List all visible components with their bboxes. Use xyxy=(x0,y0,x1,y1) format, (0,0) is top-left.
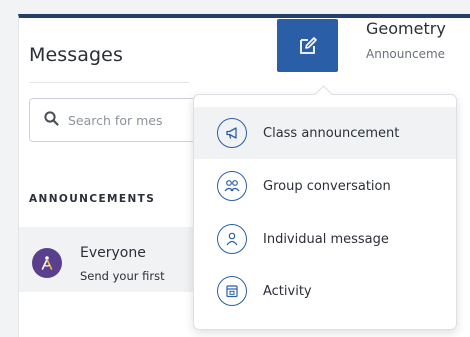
menu-item-activity[interactable]: Activity xyxy=(194,265,456,317)
search-icon xyxy=(44,110,59,130)
thread-title[interactable]: Geometry xyxy=(366,19,446,38)
new-message-dropdown: Class announcement Group conversation In… xyxy=(193,85,457,330)
menu-item-group-conversation[interactable]: Group conversation xyxy=(194,160,456,212)
people-icon xyxy=(217,171,247,201)
announcement-preview: Send your first xyxy=(80,269,165,283)
compose-button[interactable] xyxy=(277,19,338,72)
header-divider xyxy=(29,82,189,83)
edit-pencil-icon xyxy=(297,35,319,57)
announcements-section-label: ANNOUNCEMENTS xyxy=(29,193,156,205)
search-box[interactable] xyxy=(29,98,219,142)
page-title: Messages xyxy=(29,44,123,66)
announcement-name: Everyone xyxy=(80,245,146,261)
announcement-item-everyone[interactable]: Everyone Send your first xyxy=(19,227,219,292)
menu-item-label: Group conversation xyxy=(263,178,391,194)
menu-item-label: Individual message xyxy=(263,231,389,247)
activity-card-icon xyxy=(217,276,247,306)
megaphone-icon xyxy=(217,118,247,148)
compass-icon xyxy=(32,248,62,278)
menu-item-individual-message[interactable]: Individual message xyxy=(194,213,456,265)
person-icon xyxy=(217,224,247,254)
thread-subtitle: Announceme xyxy=(366,47,446,61)
menu-item-label: Class announcement xyxy=(263,125,400,141)
menu-item-label: Activity xyxy=(263,283,312,299)
menu-item-class-announcement[interactable]: Class announcement xyxy=(194,107,456,159)
